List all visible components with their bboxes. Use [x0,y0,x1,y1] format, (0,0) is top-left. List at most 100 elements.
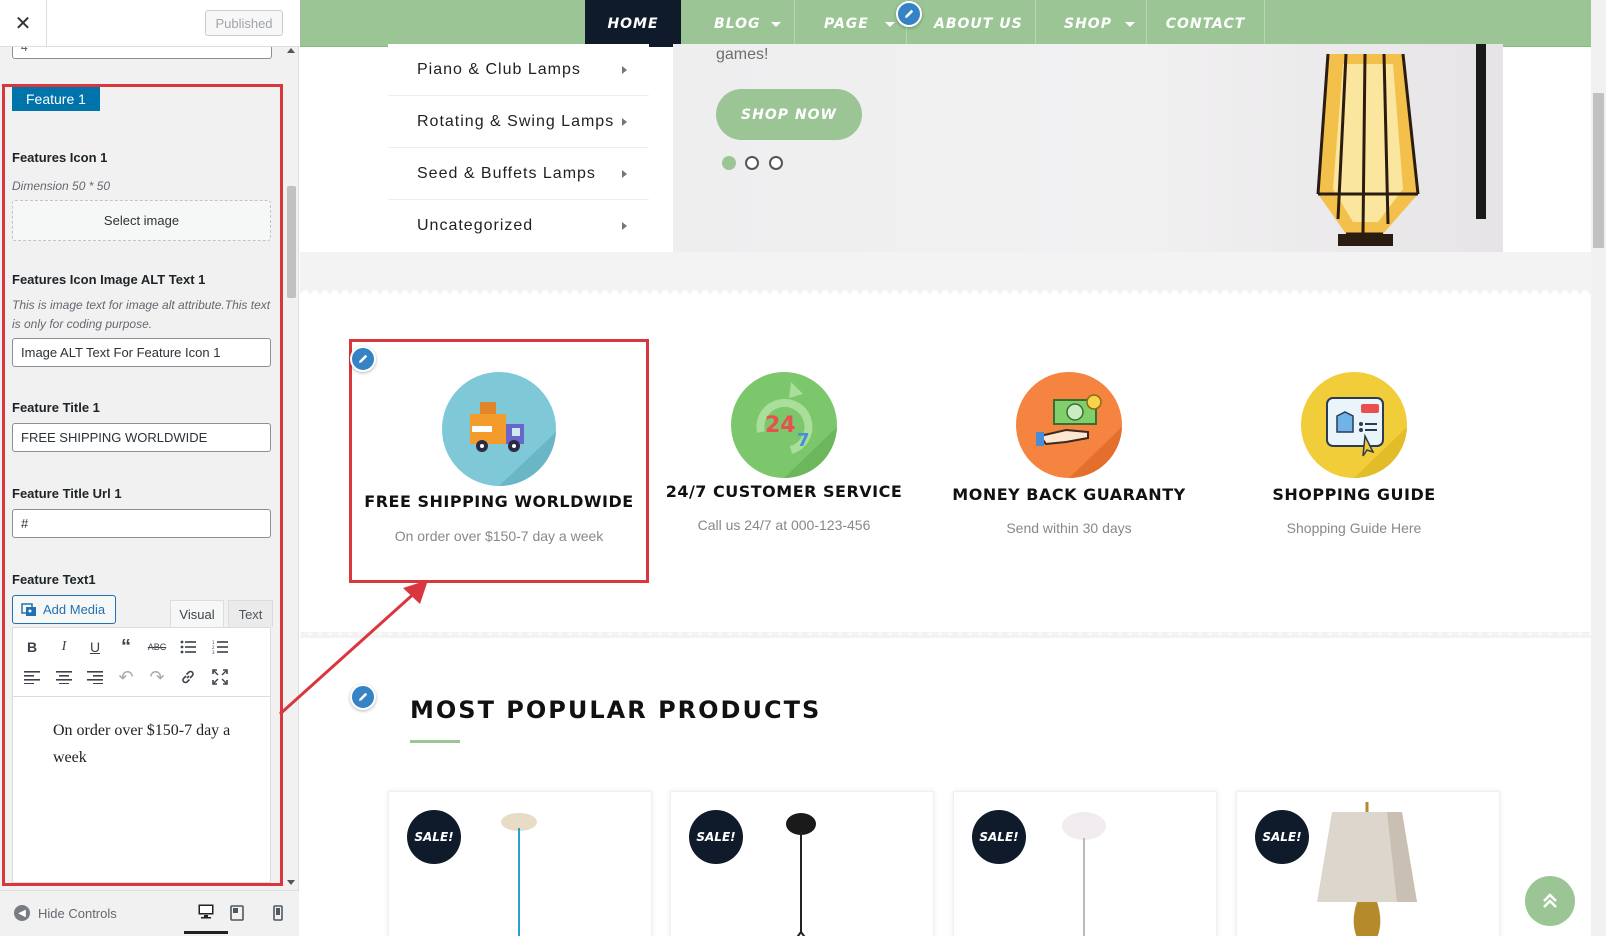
shopping-guide-icon [1301,372,1407,479]
sidebar-scrollbar[interactable] [287,47,297,889]
section-title: MOST POPULAR PRODUCTS [410,696,822,724]
scroll-up-icon[interactable] [287,48,295,53]
edit-pencil-icon[interactable] [350,346,376,372]
tab-visual[interactable]: Visual [170,600,224,627]
money-back-icon [1016,372,1122,479]
edit-pencil-icon[interactable] [896,1,922,27]
fullscreen-icon[interactable] [209,666,231,688]
product-card[interactable]: SALE! [388,791,652,936]
svg-text:3: 3 [212,650,215,654]
underline-icon[interactable]: U [84,636,106,658]
sidebar-scrollbar-thumb[interactable] [287,186,296,298]
hide-controls-label: Hide Controls [38,905,117,921]
shipping-truck-icon [442,372,556,487]
sale-badge: SALE! [689,810,743,864]
slide-dot[interactable] [769,156,783,170]
sale-badge: SALE! [407,810,461,864]
bold-icon[interactable]: B [21,636,43,658]
nav-contact[interactable]: CONTACT [1147,0,1265,47]
nav-shop[interactable]: SHOP [1036,0,1147,47]
redo-icon[interactable]: ↷ [146,666,168,688]
feature-text: Send within 30 days [1006,520,1132,536]
sale-badge: SALE! [972,810,1026,864]
features-icon-label: Features Icon 1 [12,150,108,165]
add-media-button[interactable]: Add Media [12,595,116,624]
annotation-arrow [278,580,428,716]
chevron-down-icon [1125,22,1135,27]
nav-page[interactable]: PAGE [795,0,907,47]
product-card[interactable]: SALE! [953,791,1217,936]
feature-url-field[interactable]: # [12,509,271,538]
italic-icon[interactable]: I [53,636,75,658]
strikethrough-icon[interactable]: ABC [146,636,168,658]
category-item[interactable]: Uncategorized [388,200,649,252]
select-image-button[interactable]: Select image [12,200,271,241]
nav-about-us[interactable]: ABOUT US [907,0,1036,47]
customizer-footer: ◀ Hide Controls [0,890,299,936]
align-center-icon[interactable] [53,666,75,688]
back-to-top-button[interactable] [1525,876,1575,926]
slide-dot-active[interactable] [722,156,736,170]
collapse-arrow-icon: ◀ [14,905,30,921]
category-item[interactable]: Rotating & Swing Lamps [388,96,649,148]
pendant-lamp-image [1062,812,1106,936]
bullet-list-icon[interactable] [177,636,199,658]
preview-scrollbar-thumb[interactable] [1593,93,1604,248]
table-lamp-image [1317,802,1417,936]
pendant-lamp-image [501,813,537,936]
previous-field-input[interactable]: 4 [12,47,272,59]
link-icon[interactable] [177,666,199,688]
slide-text: games! [716,46,769,63]
product-card[interactable]: SALE! [670,791,934,936]
nav-home[interactable]: HOME [585,0,681,47]
product-card[interactable]: SALE! [1236,791,1500,936]
pendant-lamp-image [786,813,816,936]
wave-divider-bottom [300,632,1591,637]
feature-text-editor[interactable]: On order over $150-7 day a week [12,697,271,883]
alt-text-field[interactable]: Image ALT Text For Feature Icon 1 [12,338,271,367]
customer-service-24-7-icon: 24 7 [731,372,837,479]
feature-title-field[interactable]: FREE SHIPPING WORLDWIDE [12,423,271,452]
nav-blog-label: BLOG [714,15,761,32]
features-icon-description: Dimension 50 * 50 [12,179,111,193]
section-title-underline [410,740,460,743]
media-icon [21,602,36,616]
scroll-down-icon[interactable] [287,880,295,885]
feature-section-tag: Feature 1 [12,87,100,111]
slide-dot[interactable] [745,156,759,170]
feature-text: On order over $150-7 day a week [394,528,604,544]
align-right-icon[interactable] [84,666,106,688]
chevron-right-icon [622,170,627,178]
editor-toolbar: B I U “ ABC 123 ↶ ↷ [12,627,271,697]
main-navigation: HOME BLOG PAGE ABOUT US SHOP CONTACT [300,0,1591,47]
mobile-preview-button[interactable] [266,902,290,924]
chevron-right-icon [622,66,627,74]
customizer-sidebar: ✕ Published 4 Feature 1 Features Icon 1 … [0,0,299,936]
category-item[interactable]: Piano & Club Lamps [388,44,649,96]
chevron-up-icon [1543,893,1557,908]
svg-text:7: 7 [797,430,810,451]
blockquote-icon[interactable]: “ [115,636,137,658]
category-label: Seed & Buffets Lamps [417,164,596,182]
tablet-icon [230,905,244,921]
numbered-list-icon[interactable]: 123 [209,636,231,658]
chevron-down-icon [885,22,895,27]
category-item[interactable]: Seed & Buffets Lamps [388,148,649,200]
wave-divider-top [300,290,1591,295]
desktop-icon [198,904,214,919]
feature-text: Shopping Guide Here [1286,520,1422,536]
hide-controls-button[interactable]: ◀ Hide Controls [14,905,117,921]
category-list: Piano & Club Lamps Rotating & Swing Lamp… [388,44,649,252]
feature-text: Call us 24/7 at 000-123-456 [697,517,871,533]
nav-blog[interactable]: BLOG [681,0,795,47]
undo-icon[interactable]: ↶ [115,666,137,688]
desktop-preview-button[interactable] [184,902,228,934]
close-customizer-button[interactable]: ✕ [0,0,47,46]
chevron-down-icon [771,22,781,27]
published-button[interactable]: Published [205,10,283,36]
tablet-preview-button[interactable] [225,902,249,924]
align-left-icon[interactable] [21,666,43,688]
customizer-header: ✕ Published [0,0,299,47]
tab-text[interactable]: Text [228,600,273,627]
shop-now-button[interactable]: SHOP NOW [716,89,862,140]
